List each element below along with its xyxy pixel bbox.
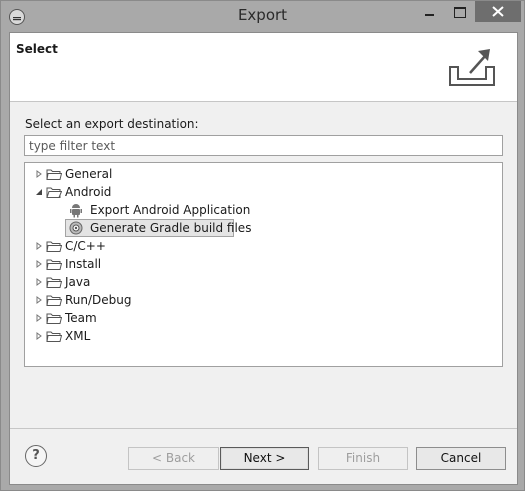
page-title: Select [16, 42, 58, 56]
folder-icon [46, 241, 62, 252]
collapse-arrow-icon[interactable] [33, 183, 45, 201]
dialog-client-area: Select Select an export destination: Gen… [9, 32, 518, 485]
tree-item-team[interactable]: Team [33, 309, 193, 327]
folder-icon [46, 295, 62, 306]
tree-item-label: Run/Debug [65, 293, 132, 307]
export-wizard-icon [449, 49, 495, 86]
tree-item-label: C/C++ [65, 239, 106, 253]
folder-icon [46, 277, 62, 288]
tree-item-label: Export Android Application [90, 203, 251, 217]
expand-arrow-icon[interactable] [33, 309, 45, 327]
expand-arrow-icon[interactable] [33, 273, 45, 291]
tree-item-label: Android [65, 185, 112, 199]
tree-item-label: Generate Gradle build files [90, 221, 252, 235]
android-icon [70, 204, 82, 218]
tree-item-label: Java [65, 275, 91, 289]
tree-item-label: XML [65, 329, 91, 343]
folder-open-icon [46, 187, 62, 198]
finish-button[interactable]: Finish [318, 447, 408, 470]
tree-item-java[interactable]: Java [33, 273, 193, 291]
button-bar-separator [10, 428, 517, 429]
expand-arrow-icon[interactable] [33, 291, 45, 309]
next-button[interactable]: Next > [220, 447, 309, 470]
folder-icon [46, 331, 62, 342]
title-bar: Export [1, 1, 524, 32]
tree-item-label: Team [65, 311, 97, 325]
tree-item-xml[interactable]: XML [33, 327, 193, 345]
gradle-icon [69, 221, 83, 235]
export-dialog: Export Select Select an export destinati… [0, 0, 525, 491]
expand-arrow-icon[interactable] [33, 237, 45, 255]
help-icon[interactable]: ? [25, 445, 47, 467]
maximize-button[interactable] [445, 1, 473, 22]
close-button[interactable] [475, 1, 521, 22]
export-destination-tree[interactable]: General Android Export Android Applicati… [24, 162, 503, 367]
folder-icon [46, 259, 62, 270]
tree-item-generate-gradle-build-files[interactable]: Generate Gradle build files [65, 219, 268, 237]
wizard-header: Select [10, 33, 517, 102]
export-destination-label: Select an export destination: [25, 117, 199, 131]
expand-arrow-icon[interactable] [33, 255, 45, 273]
folder-icon [46, 169, 62, 180]
filter-input[interactable] [24, 135, 503, 156]
back-button[interactable]: < Back [128, 447, 219, 470]
tree-item-run-debug[interactable]: Run/Debug [33, 291, 193, 309]
tree-item-general[interactable]: General [33, 165, 193, 183]
cancel-button[interactable]: Cancel [416, 447, 506, 470]
tree-item-label: Install [65, 257, 102, 271]
tree-item-install[interactable]: Install [33, 255, 193, 273]
tree-item-android[interactable]: Android [33, 183, 193, 201]
expand-arrow-icon[interactable] [33, 327, 45, 345]
expand-arrow-icon[interactable] [33, 165, 45, 183]
minimize-button[interactable] [415, 1, 443, 22]
tree-item-c-cpp[interactable]: C/C++ [33, 237, 193, 255]
tree-item-label: General [65, 167, 113, 181]
tree-item-export-android-application[interactable]: Export Android Application [68, 201, 268, 219]
folder-icon [46, 313, 62, 324]
